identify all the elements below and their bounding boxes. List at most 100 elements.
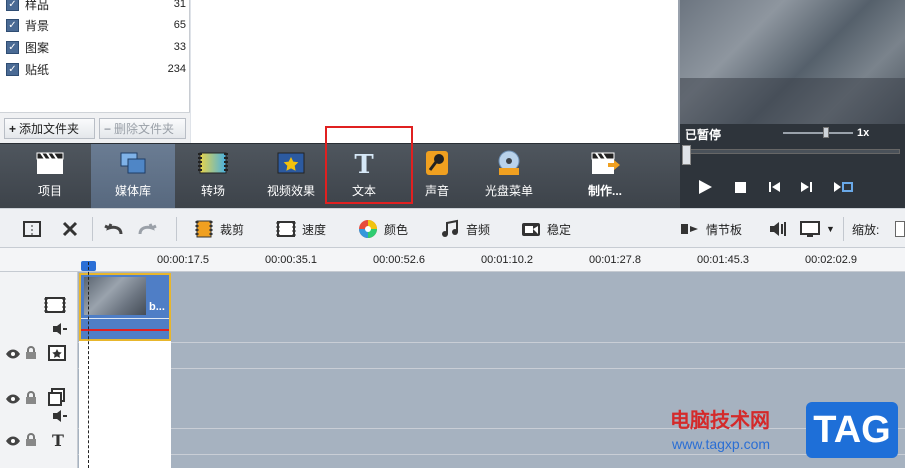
eye-icon[interactable] xyxy=(5,435,21,447)
video-clip[interactable]: b... xyxy=(79,273,171,341)
audio-track-icon xyxy=(52,409,68,423)
crop-icon xyxy=(194,219,214,239)
highlight-box xyxy=(325,126,413,204)
category-item[interactable]: ✓ 样品 31 xyxy=(6,0,186,14)
color-wheel-icon xyxy=(358,219,378,239)
toolbar-item-video-effect[interactable]: 视频效果 xyxy=(258,144,324,209)
redo-button xyxy=(138,209,164,249)
next-frame-icon[interactable] xyxy=(799,181,813,193)
monitor-icon xyxy=(800,219,820,239)
eye-icon[interactable] xyxy=(5,348,21,360)
fullscreen-icon[interactable] xyxy=(833,181,853,193)
audio-button[interactable]: 音频 xyxy=(440,209,490,249)
checkbox-icon[interactable]: ✓ xyxy=(6,40,19,54)
seek-bar[interactable] xyxy=(686,149,900,154)
microphone-icon xyxy=(422,150,452,176)
audio-track-icon xyxy=(52,322,68,336)
color-button[interactable]: 颜色 xyxy=(358,209,408,249)
toolbar-item-sound[interactable]: 声音 xyxy=(404,144,470,209)
watermark-text: 电脑技术网 xyxy=(670,410,770,432)
remove-folder-button: − 删除文件夹 xyxy=(99,118,186,139)
previous-frame-icon[interactable] xyxy=(768,181,782,193)
toolbar-item-produce[interactable]: 制作... xyxy=(570,144,640,209)
checkbox-icon[interactable]: ✓ xyxy=(6,0,19,11)
category-item[interactable]: ✓ 背景 65 xyxy=(6,15,186,35)
clip-thumbnail xyxy=(84,277,146,315)
storyboard-button[interactable]: 情节板 xyxy=(680,209,742,249)
toolbar-item-media-library[interactable]: 媒体库 xyxy=(91,144,175,209)
ruler-tick: 00:02:02.9 xyxy=(805,254,857,266)
clip-divider xyxy=(81,318,169,319)
video-effect-icon xyxy=(276,150,306,176)
toolbar-item-project[interactable]: 项目 xyxy=(12,144,88,209)
volume-slider-handle[interactable] xyxy=(823,127,829,138)
toolbar-item-disc-menu[interactable]: 光盘菜单 xyxy=(476,144,542,209)
undo-icon xyxy=(103,219,123,239)
timeline-ruler[interactable]: 00:00:17.5 00:00:35.1 00:00:52.6 00:01:1… xyxy=(0,248,905,272)
split-clip-button[interactable] xyxy=(22,209,48,249)
produce-icon xyxy=(590,150,620,176)
lock-icon[interactable] xyxy=(25,433,37,447)
play-icon[interactable] xyxy=(697,179,713,195)
svg-text:T: T xyxy=(52,432,64,448)
lock-icon[interactable] xyxy=(25,346,37,360)
music-note-icon xyxy=(440,219,460,239)
playhead-line xyxy=(88,262,89,468)
speaker-icon xyxy=(768,219,788,239)
divider xyxy=(176,217,177,241)
divider xyxy=(92,217,93,241)
disc-menu-icon xyxy=(494,150,524,176)
overlay-video-track-icon xyxy=(48,388,66,406)
speed-icon xyxy=(276,219,296,239)
preview-shade xyxy=(680,78,905,124)
clapper-icon xyxy=(35,150,65,176)
overlay-track-icon xyxy=(48,345,66,361)
ruler-tick: 00:00:35.1 xyxy=(265,254,317,266)
close-icon xyxy=(60,219,80,239)
clip-label: b... xyxy=(149,301,165,313)
stop-icon[interactable] xyxy=(735,182,746,193)
clip-track-background xyxy=(79,341,171,468)
lock-icon[interactable] xyxy=(25,391,37,405)
ruler-tick: 00:00:17.5 xyxy=(157,254,209,266)
tag-logo: TAG xyxy=(806,402,898,458)
edit-toolbar: 裁剪 速度 颜色 音频 稳定 情节板 ▼ 缩放: xyxy=(0,208,905,248)
toolbar-item-transition[interactable]: 转场 xyxy=(180,144,246,209)
category-item[interactable]: ✓ 贴纸 234 xyxy=(6,59,186,79)
media-library-icon xyxy=(118,150,148,176)
text-track-icon: T xyxy=(50,431,66,450)
playback-status: 已暂停 xyxy=(685,128,722,142)
undo-button[interactable] xyxy=(103,209,129,249)
zoom-label: 缩放: xyxy=(852,222,880,237)
crop-button[interactable]: 裁剪 xyxy=(194,209,244,249)
checkbox-icon[interactable]: ✓ xyxy=(6,62,19,76)
add-folder-button[interactable]: + 添加文件夹 xyxy=(4,118,95,139)
storyboard-icon xyxy=(680,219,700,239)
library-buttons-bar: + 添加文件夹 − 删除文件夹 xyxy=(0,112,190,143)
delete-button[interactable] xyxy=(60,209,86,249)
audio-level-line[interactable] xyxy=(81,329,169,331)
zoom-slider[interactable] xyxy=(895,221,905,237)
divider xyxy=(843,217,844,241)
checkbox-icon[interactable]: ✓ xyxy=(6,18,19,32)
ruler-tick: 00:01:45.3 xyxy=(697,254,749,266)
seek-handle[interactable] xyxy=(682,145,691,165)
video-track-icon xyxy=(44,296,66,314)
eye-icon[interactable] xyxy=(5,393,21,405)
audio-mixer-button[interactable] xyxy=(768,209,794,249)
track-headers: T xyxy=(0,272,78,468)
category-item[interactable]: ✓ 图案 33 xyxy=(6,37,186,57)
speed-button[interactable]: 速度 xyxy=(276,209,326,249)
plus-icon: + xyxy=(9,121,17,136)
ruler-tick: 00:01:10.2 xyxy=(481,254,533,266)
stabilize-button[interactable]: 稳定 xyxy=(521,209,571,249)
transition-icon xyxy=(198,150,228,176)
display-options-button[interactable]: ▼ xyxy=(800,209,835,249)
film-split-icon xyxy=(22,219,42,239)
redo-icon xyxy=(138,219,158,239)
file-browser-area xyxy=(191,0,678,143)
playback-controls xyxy=(680,143,905,208)
volume-slider[interactable] xyxy=(783,132,853,134)
watermark: 电脑技术网 www.tagxp.com TAG xyxy=(670,402,900,464)
camera-icon xyxy=(521,219,541,239)
